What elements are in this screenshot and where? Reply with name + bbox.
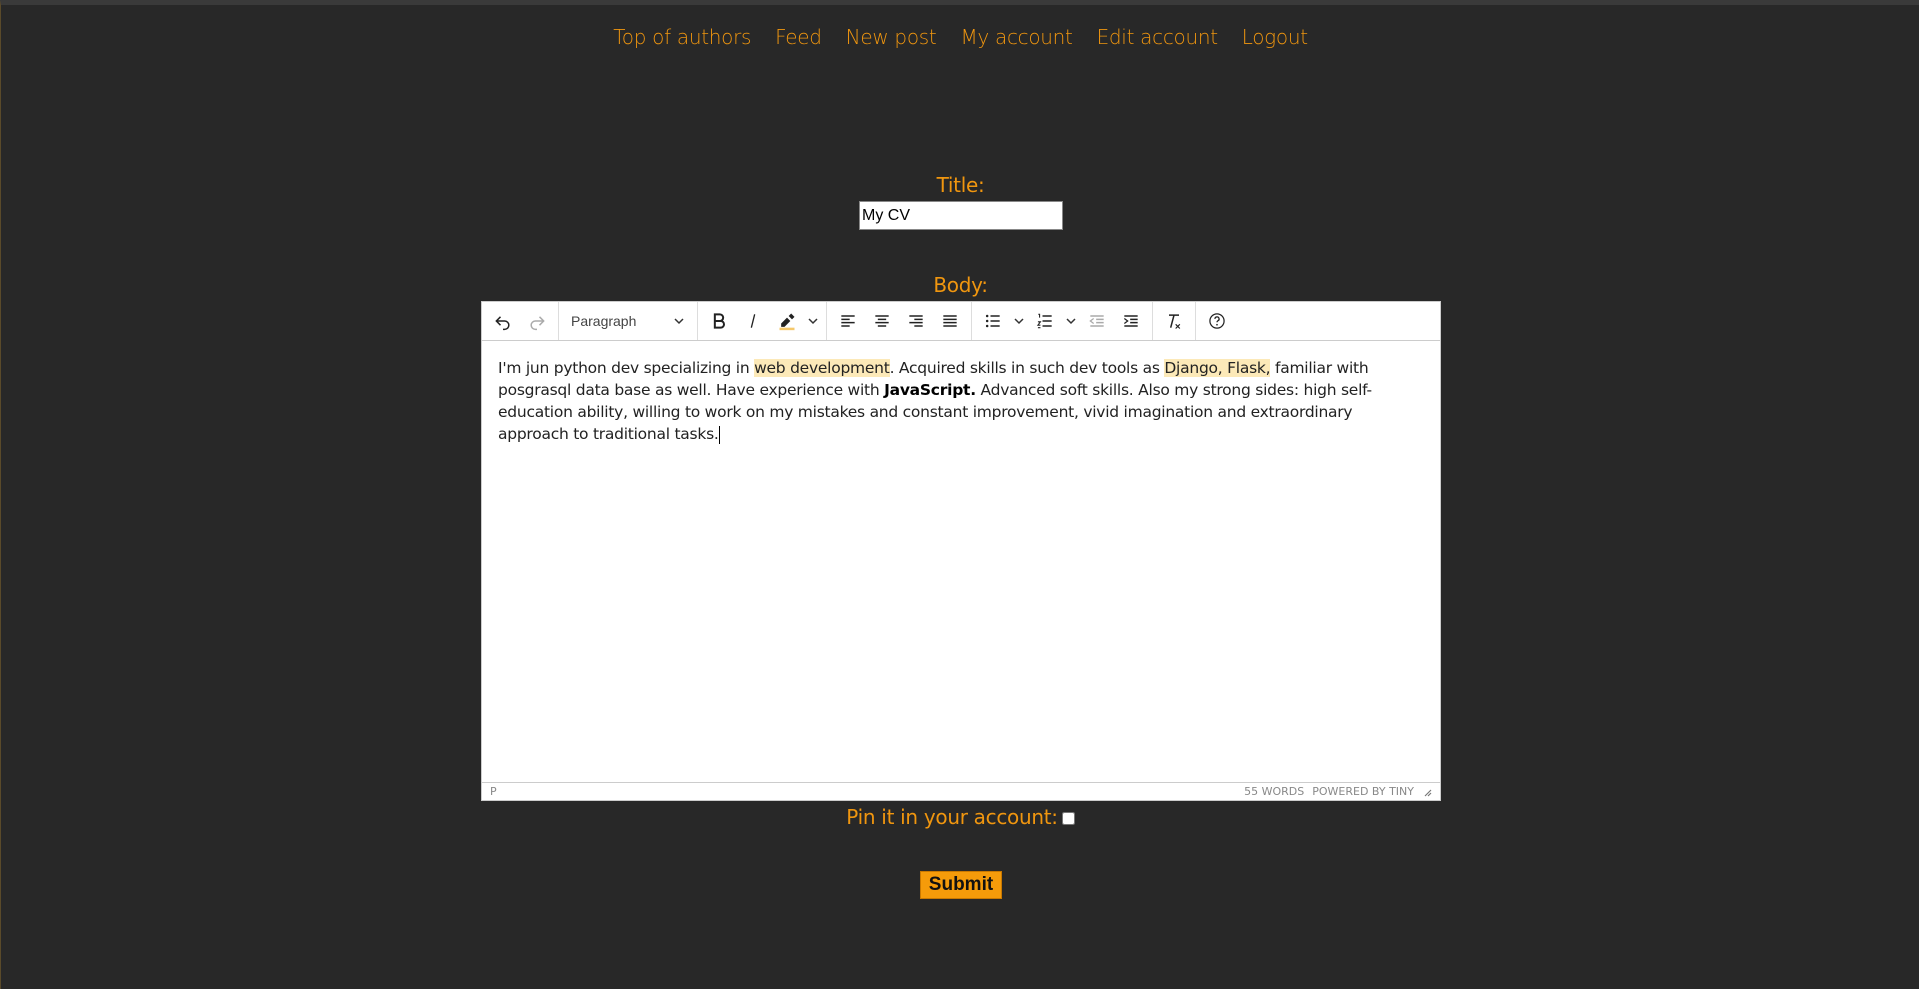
chevron-down-icon [808, 318, 818, 325]
text-caret [718, 425, 720, 444]
indent-button[interactable] [1114, 305, 1148, 337]
help-button[interactable] [1200, 305, 1234, 337]
submit-button[interactable]: Submit [920, 871, 1002, 899]
bullet-list-icon [985, 314, 1000, 328]
style-group [698, 302, 827, 340]
content-text: I'm jun python dev specializing in [498, 359, 755, 377]
undo-icon [495, 316, 510, 331]
resize-handle-icon[interactable] [1422, 787, 1432, 797]
rich-text-editor: Paragraph I'm jun python dev specializin… [481, 301, 1441, 801]
top-nav: Top of authors Feed New post My account … [1, 25, 1919, 49]
powered-by-link[interactable]: POWERED BY TINY [1312, 785, 1414, 798]
pin-label: Pin it in your account: [846, 805, 1058, 829]
chevron-down-icon [674, 318, 684, 325]
align-justify-icon [943, 315, 957, 327]
statusbar-right: 55 WORDS POWERED BY TINY [1244, 785, 1432, 798]
clear-formatting-button[interactable] [1157, 305, 1191, 337]
nav-top-of-authors[interactable]: Top of authors [613, 25, 751, 49]
chevron-down-icon [1014, 318, 1024, 325]
content-bold: JavaScript. [884, 381, 976, 399]
bold-button[interactable] [702, 305, 736, 337]
chevron-down-icon [1066, 318, 1076, 325]
content-text: . Acquired skills in such dev tools as [889, 359, 1165, 377]
bullet-list-dropdown[interactable] [1010, 305, 1028, 337]
align-center-icon [875, 315, 889, 327]
numbered-list-icon [1036, 313, 1052, 329]
history-group [482, 302, 559, 340]
highlight-color-dropdown[interactable] [804, 305, 822, 337]
help-icon [1209, 313, 1225, 329]
body-label: Body: [933, 273, 988, 297]
title-input[interactable] [859, 201, 1063, 230]
editor-statusbar: P 55 WORDS POWERED BY TINY [482, 782, 1440, 800]
numbered-list-dropdown[interactable] [1062, 305, 1080, 337]
bullet-list-button[interactable] [976, 305, 1010, 337]
format-group: Paragraph [559, 302, 698, 340]
block-format-value: Paragraph [571, 313, 637, 329]
list-group [972, 302, 1153, 340]
bold-icon [713, 313, 725, 329]
italic-button[interactable] [736, 305, 770, 337]
italic-icon [750, 314, 756, 328]
align-justify-button[interactable] [933, 305, 967, 337]
align-center-button[interactable] [865, 305, 899, 337]
help-group [1196, 302, 1238, 340]
nav-edit-account[interactable]: Edit account [1097, 25, 1218, 49]
clear-group [1153, 302, 1196, 340]
nav-new-post[interactable]: New post [846, 25, 937, 49]
numbered-list-button[interactable] [1028, 305, 1062, 337]
align-right-button[interactable] [899, 305, 933, 337]
outdent-button[interactable] [1080, 305, 1114, 337]
align-right-icon [909, 315, 923, 327]
editor-toolbar: Paragraph [482, 302, 1440, 341]
content-highlight: Django, Flask, [1164, 359, 1271, 377]
title-label: Title: [936, 173, 985, 197]
nav-logout[interactable]: Logout [1242, 25, 1308, 49]
clear-formatting-icon [1169, 314, 1181, 329]
pin-checkbox[interactable] [1061, 812, 1075, 825]
highlight-color-button[interactable] [770, 305, 804, 337]
editor-content[interactable]: I'm jun python dev specializing in web d… [482, 341, 1440, 761]
outdent-icon [1089, 315, 1104, 327]
content-highlight: web development [754, 359, 890, 377]
undo-button[interactable] [486, 305, 520, 337]
align-left-icon [841, 315, 855, 327]
pin-row: Pin it in your account: [1, 805, 1919, 829]
highlighter-icon [779, 313, 795, 331]
indent-icon [1123, 315, 1138, 327]
redo-button[interactable] [520, 305, 554, 337]
block-format-select[interactable]: Paragraph [563, 305, 693, 337]
word-count[interactable]: 55 WORDS [1244, 785, 1304, 798]
element-path[interactable]: P [490, 785, 497, 798]
align-group [827, 302, 972, 340]
nav-my-account[interactable]: My account [960, 25, 1072, 49]
nav-feed[interactable]: Feed [775, 25, 822, 49]
align-left-button[interactable] [831, 305, 865, 337]
redo-icon [530, 316, 545, 331]
